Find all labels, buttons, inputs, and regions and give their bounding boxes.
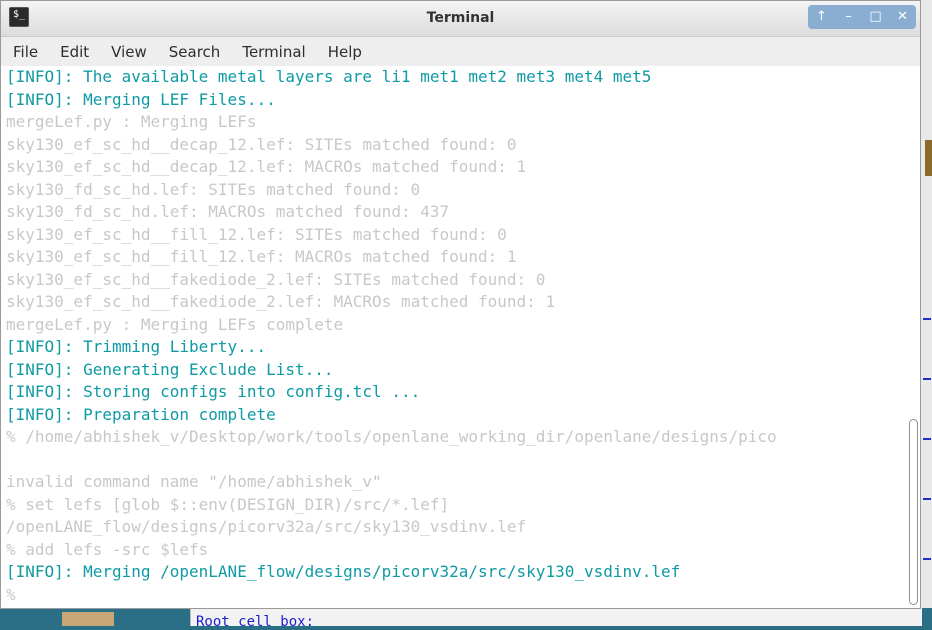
terminal-line: [INFO]: Trimming Liberty...: [6, 337, 267, 356]
menu-terminal[interactable]: Terminal: [231, 41, 316, 63]
desktop-tile: [62, 612, 114, 626]
terminal-line: % /home/abhishek_v/Desktop/work/tools/op…: [6, 427, 777, 446]
terminal-line: [INFO]: Preparation complete: [6, 404, 276, 424]
terminal-line: % set lefs [glob $::env(DESIGN_DIR)/src/…: [6, 494, 450, 514]
window-controls: ↑ – □ ✕: [808, 5, 916, 29]
shade-up-icon[interactable]: ↑: [811, 8, 833, 26]
background-dash: [923, 498, 931, 500]
background-window: Root cell box:: [190, 608, 922, 630]
terminal-line: sky130_fd_sc_hd.lef: MACROs matched foun…: [6, 202, 450, 221]
terminal-line: /openLANE_flow/designs/picorv32a/src/sky…: [6, 517, 527, 536]
terminal-line: sky130_ef_sc_hd__fill_12.lef: MACROs mat…: [6, 247, 517, 266]
scrollbar-thumb[interactable]: [909, 419, 918, 605]
background-text: Root cell box:: [196, 614, 315, 630]
terminal-line: invalid command name "/home/abhishek_v": [6, 472, 382, 491]
menu-file[interactable]: File: [1, 41, 49, 63]
window-title: Terminal: [426, 10, 495, 26]
terminal-output[interactable]: [INFO]: The available metal layers are l…: [1, 66, 906, 608]
terminal-window: $_ Terminal ↑ – □ ✕ File Edit View Searc…: [0, 0, 921, 609]
terminal-line: sky130_fd_sc_hd.lef: SITEs matched found…: [6, 179, 421, 199]
background-accent: [925, 140, 932, 176]
terminal-prompt: %: [6, 584, 16, 604]
menu-bar: File Edit View Search Terminal Help: [1, 37, 920, 66]
maximize-icon[interactable]: □: [865, 8, 887, 26]
terminal-line: sky130_ef_sc_hd__decap_12.lef: MACROs ma…: [6, 157, 527, 176]
terminal-line: mergeLef.py : Merging LEFs complete: [6, 314, 344, 334]
terminal-line: [INFO]: Storing configs into config.tcl …: [6, 382, 421, 401]
background-window-edge: [921, 0, 932, 626]
menu-view[interactable]: View: [100, 41, 158, 63]
terminal-line: [INFO]: Generating Exclude List...: [6, 359, 334, 379]
terminal-line: sky130_ef_sc_hd__fakediode_2.lef: SITEs …: [6, 269, 546, 289]
background-dash: [923, 558, 931, 560]
terminal-line: sky130_ef_sc_hd__fakediode_2.lef: MACROs…: [6, 292, 556, 311]
menu-help[interactable]: Help: [317, 41, 373, 63]
terminal-line: [INFO]: Merging LEF Files...: [6, 89, 276, 109]
menu-search[interactable]: Search: [158, 41, 232, 63]
terminal-line: sky130_ef_sc_hd__decap_12.lef: SITEs mat…: [6, 134, 517, 154]
background-dash: [923, 318, 931, 320]
close-icon[interactable]: ✕: [892, 8, 914, 26]
terminal-line: [INFO]: The available metal layers are l…: [6, 67, 652, 86]
background-dash: [923, 438, 931, 440]
terminal-line: mergeLef.py : Merging LEFs: [6, 112, 257, 131]
vertical-scrollbar[interactable]: [906, 66, 920, 608]
terminal-line: % add lefs -src $lefs: [6, 539, 209, 559]
menu-edit[interactable]: Edit: [49, 41, 100, 63]
terminal-line: sky130_ef_sc_hd__fill_12.lef: SITEs matc…: [6, 224, 507, 244]
minimize-icon[interactable]: –: [838, 8, 860, 26]
terminal-line: [INFO]: Merging /openLANE_flow/designs/p…: [6, 562, 681, 581]
background-dash: [923, 378, 931, 380]
title-bar[interactable]: $_ Terminal ↑ – □ ✕: [1, 1, 920, 37]
